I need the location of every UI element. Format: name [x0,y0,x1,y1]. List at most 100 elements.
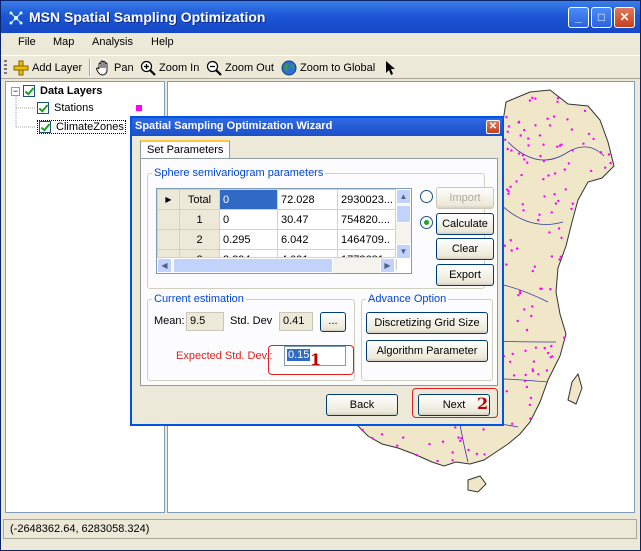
table-row[interactable]: ▶ Total 0 72.028 2930023... [157,189,397,210]
add-layer-icon [13,60,29,76]
maximize-button[interactable]: □ [591,7,612,28]
station-point [537,218,540,222]
grid-cell[interactable]: 6.042 [277,229,338,250]
menu-map[interactable]: Map [53,36,74,48]
station-point [509,239,512,242]
climatezones-checkbox[interactable] [39,121,51,133]
layer-item-stations[interactable]: Stations [37,102,142,114]
horizontal-scroll-thumb[interactable] [173,258,333,273]
station-point [371,437,374,440]
toolbar-grip[interactable] [4,60,7,76]
back-button[interactable]: Back [326,394,398,416]
station-point [547,174,550,177]
import-radio[interactable] [420,190,433,203]
import-button[interactable]: Import [436,187,494,209]
station-point [505,390,508,393]
table-row[interactable]: 2 0.295 6.042 1464709.. [157,229,397,250]
collapse-icon[interactable]: − [11,86,20,96]
station-point [441,440,445,443]
scroll-up-icon[interactable]: ▲ [396,189,411,204]
station-point [539,154,542,158]
grid-cell[interactable]: 754820.... [337,209,397,230]
tab-set-parameters[interactable]: Set Parameters [140,140,230,159]
vertical-scroll-thumb[interactable] [396,205,411,223]
station-point [396,444,399,447]
zoom-to-global-button[interactable]: Zoom to Global [281,59,375,77]
station-point [604,166,607,169]
station-point [436,459,439,463]
menu-help[interactable]: Help [151,36,174,48]
taiwan-island [567,372,583,405]
globe-icon [281,60,297,76]
station-point [451,451,454,454]
close-icon: ✕ [488,121,498,132]
station-point [361,428,364,432]
dialog-title: Spatial Sampling Optimization Wizard [135,120,333,132]
grid-cell[interactable]: 0.295 [219,229,278,250]
tree-root[interactable]: − Data Layers [11,85,102,97]
grid-cell[interactable]: 72.028 [277,189,338,210]
scroll-right-icon[interactable]: ▶ [380,258,395,273]
grid-cell[interactable]: 1464709.. [337,229,397,250]
scroll-left-icon[interactable]: ◀ [157,258,172,273]
station-point [531,305,534,308]
calculate-radio[interactable] [420,216,433,229]
cursor-coordinates: (-2648362.64, 6283058.324) [10,523,150,535]
calculate-button[interactable]: Calculate [436,213,494,235]
station-point [537,373,540,376]
stations-checkbox[interactable] [37,102,49,114]
station-point [583,109,587,113]
station-point [506,130,509,133]
scroll-down-icon[interactable]: ▼ [396,244,411,259]
station-point [516,247,519,250]
zoom-out-label: Zoom Out [225,62,274,74]
station-point [533,265,536,268]
semivariogram-group: Sphere semivariogram parameters ▶ Total … [147,167,494,289]
std-dev-label: Std. Dev [230,315,273,327]
discretizing-grid-size-button[interactable]: Discretizing Grid Size [366,312,488,334]
station-point [531,368,534,371]
grid-cell[interactable]: 0 [219,189,278,210]
grid-cell[interactable]: 2930023... [337,189,397,210]
grid-vertical-scrollbar[interactable]: ▲ ▼ [395,189,411,259]
callout-number-1: 1 [310,350,322,369]
menu-analysis[interactable]: Analysis [92,36,133,48]
row-label: 1 [179,209,220,230]
stations-symbol-icon [135,105,142,111]
export-button[interactable]: Export [436,264,494,286]
toolbar-separator [89,59,91,76]
station-point [428,442,431,446]
clear-button[interactable]: Clear [436,238,494,260]
station-point [560,236,563,239]
station-point [609,161,612,165]
station-point [519,134,522,137]
zoom-in-button[interactable]: Zoom In [140,59,199,77]
station-point [582,142,585,145]
data-layers-checkbox[interactable] [23,85,35,97]
table-row[interactable]: 1 0 30.47 754820.... [157,209,397,230]
station-point [515,180,518,183]
add-layer-button[interactable]: Add Layer [13,59,82,77]
zoom-out-icon [206,60,222,76]
grid-cell[interactable]: 0 [219,209,278,230]
station-point [532,360,536,363]
pan-button[interactable]: Pan [95,59,134,77]
station-point [523,158,526,161]
minimize-button[interactable]: _ [568,7,589,28]
close-button[interactable]: ✕ [614,7,635,28]
dialog-close-button[interactable]: ✕ [486,120,500,134]
estimation-details-button[interactable]: ... [320,312,346,332]
grid-horizontal-scrollbar[interactable]: ◀ ▶ [157,257,396,273]
station-point [560,143,563,146]
zoom-out-button[interactable]: Zoom Out [206,59,274,77]
algorithm-parameter-button[interactable]: Algorithm Parameter [366,340,488,362]
layer-item-climatezones[interactable]: ClimateZones [37,120,126,134]
grid-cell[interactable]: 30.47 [277,209,338,230]
station-point [552,115,556,118]
station-point [505,263,508,266]
mean-label: Mean: [154,315,185,327]
select-pointer-button[interactable] [382,59,401,77]
station-point [556,100,559,103]
menu-file[interactable]: File [18,36,36,48]
semivariogram-grid[interactable]: ▶ Total 0 72.028 2930023... 1 0 30.47 75… [156,188,412,274]
